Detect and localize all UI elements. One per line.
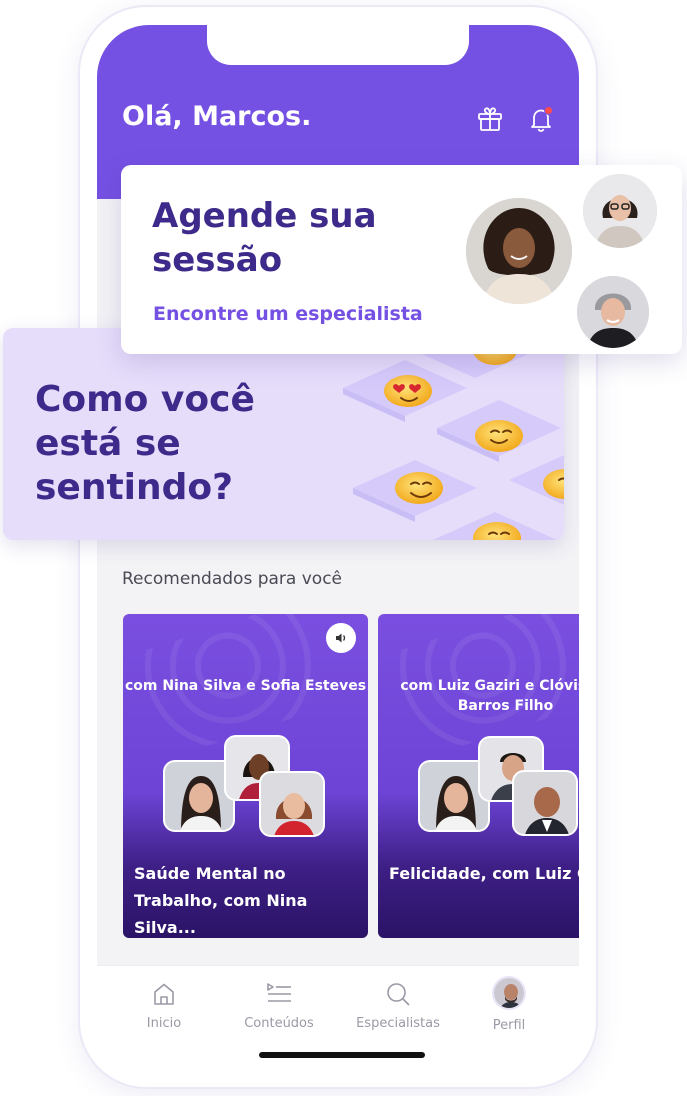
host-photo-bubble bbox=[512, 770, 578, 836]
app-mockup: Olá, Marcos. Recomendados para você com … bbox=[0, 0, 687, 1096]
recommended-card[interactable]: com Luiz Gaziri e Clóvis de Barros Filho bbox=[378, 614, 579, 938]
tab-label: Inicio bbox=[146, 1016, 182, 1031]
recommended-carousel[interactable]: com Nina Silva e Sofia Esteves Saúde Men… bbox=[123, 614, 579, 938]
notification-dot bbox=[544, 106, 553, 115]
tab-home[interactable]: Inicio bbox=[109, 980, 219, 1031]
mood-card-title: Como você está se sentindo? bbox=[35, 379, 255, 508]
card-title: Saúde Mental no Trabalho, com Nina Silva… bbox=[134, 864, 308, 937]
card-hosts: com Nina Silva e Sofia Esteves bbox=[124, 678, 367, 694]
recommended-section-title: Recomendados para você bbox=[122, 569, 342, 589]
specialist-photo bbox=[466, 198, 572, 304]
greeting-text: Olá, Marcos. bbox=[122, 101, 312, 132]
home-indicator bbox=[259, 1052, 425, 1058]
list-play-icon bbox=[267, 983, 291, 1002]
tab-experts[interactable]: Especialistas bbox=[343, 980, 453, 1031]
tab-label: Conteúdos bbox=[244, 1016, 314, 1031]
specialist-photo bbox=[577, 276, 649, 348]
specialist-photo bbox=[583, 174, 657, 248]
phone-notch bbox=[207, 25, 469, 65]
emoji-tiles-illustration bbox=[343, 328, 564, 540]
tab-label: Especialistas bbox=[356, 1016, 440, 1031]
gift-icon[interactable] bbox=[476, 105, 504, 133]
mood-checkin-card[interactable]: Como você está se sentindo? bbox=[3, 328, 564, 540]
recommended-card[interactable]: com Nina Silva e Sofia Esteves Saúde Men… bbox=[123, 614, 368, 938]
audio-button[interactable] bbox=[326, 623, 356, 653]
home-icon bbox=[154, 983, 174, 1005]
tab-label: Perfil bbox=[492, 1018, 526, 1033]
card-hosts: com Luiz Gaziri e Clóvis de Barros Filho bbox=[400, 678, 579, 714]
schedule-session-card[interactable]: Agende sua sessão Encontre um especialis… bbox=[121, 165, 682, 354]
host-photo-bubble bbox=[259, 771, 325, 837]
session-card-title: Agende sua sessão bbox=[152, 196, 377, 280]
card-title: Felicidade, com Luiz Ga... e Clóvis de B… bbox=[389, 864, 579, 883]
tab-contents[interactable]: Conteúdos bbox=[224, 980, 334, 1031]
speaker-icon bbox=[336, 633, 346, 643]
avatar bbox=[492, 976, 526, 1010]
find-specialist-link[interactable]: Encontre um especialista bbox=[153, 303, 423, 325]
search-icon bbox=[387, 983, 410, 1006]
tab-profile[interactable]: Perfil bbox=[454, 976, 564, 1033]
